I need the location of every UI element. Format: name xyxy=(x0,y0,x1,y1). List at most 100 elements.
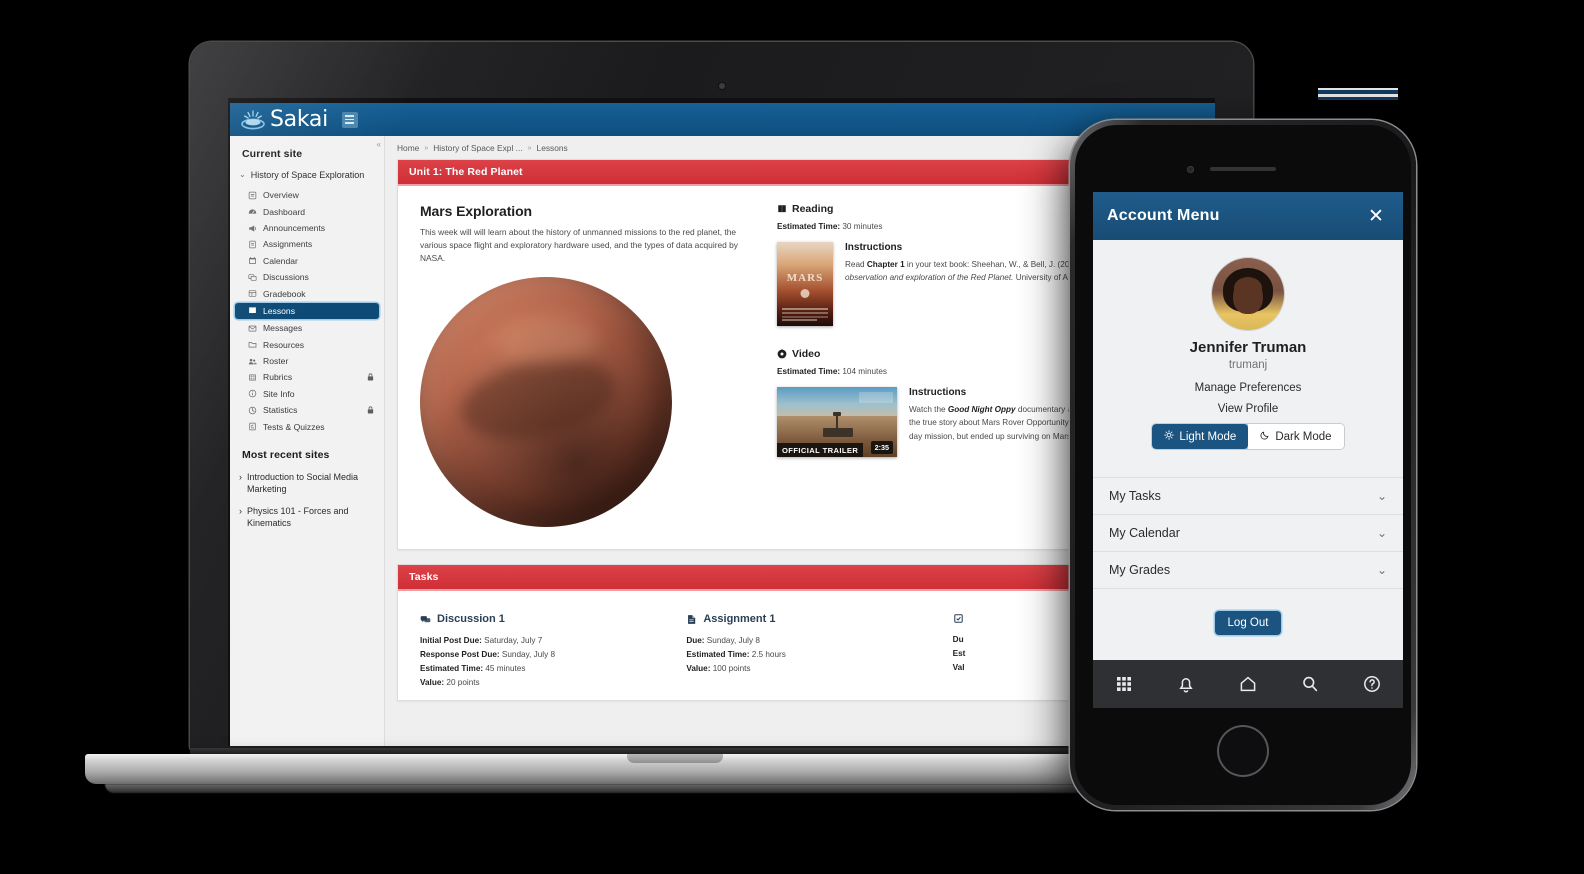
task-detail-line: Due: Sunday, July 8 xyxy=(686,634,928,648)
sidebar-item-assignments[interactable]: Assignments xyxy=(230,236,384,252)
messages-icon xyxy=(248,324,257,333)
view-profile-link[interactable]: View Profile xyxy=(1093,403,1403,415)
sakai-logo[interactable]: Sakai xyxy=(240,106,328,132)
sakai-wordmark: Sakai xyxy=(270,106,328,132)
phone-home-button[interactable] xyxy=(1217,725,1269,777)
book-cover-author-line xyxy=(782,319,817,321)
account-menu-item-my-calendar[interactable]: My Calendar ⌄ xyxy=(1093,515,1403,552)
account-menu-body: Jennifer Truman trumanj Manage Preferenc… xyxy=(1093,240,1403,708)
chevron-down-icon: ⌄ xyxy=(1376,563,1387,577)
moon-icon xyxy=(1260,430,1270,443)
task-detail-value: Sunday, July 8 xyxy=(499,650,555,660)
phone-screen: Account Menu ✕ Jennifer Truman trumanj M… xyxy=(1093,192,1403,708)
task-title[interactable]: Assignment 1 xyxy=(686,613,928,625)
account-menu-item-label: My Calendar xyxy=(1109,526,1180,540)
grid-icon[interactable] xyxy=(1113,673,1135,695)
search-icon[interactable] xyxy=(1299,673,1321,695)
sidebar-item-messages[interactable]: Messages xyxy=(230,320,384,336)
video-trailer-badge: OFFICIAL TRAILER xyxy=(777,443,864,457)
video-thumbnail[interactable]: OFFICIAL TRAILER 2:35 xyxy=(777,387,897,457)
lock-icon xyxy=(367,373,374,381)
book-cover-subtitle-lines xyxy=(782,308,828,310)
recent-site-1[interactable]: › Introduction to Social Media Marketing xyxy=(230,468,384,502)
dark-mode-button[interactable]: Dark Mode xyxy=(1248,424,1344,449)
task-detail-line: Value: 20 points xyxy=(420,676,662,690)
close-icon[interactable]: ✕ xyxy=(1363,203,1389,229)
sidebar-site-history-of-space-exploration[interactable]: ⌄ History of Space Exploration xyxy=(230,167,384,187)
sidebar-item-tests-quizzes[interactable]: Tests & Quizzes xyxy=(230,418,384,434)
breadcrumb-home[interactable]: Home xyxy=(397,143,419,153)
video-estimated-label: Estimated Time: xyxy=(777,367,841,376)
statistics-icon xyxy=(248,406,257,415)
sidebar-item-overview[interactable]: Overview xyxy=(230,187,384,203)
recent-site-2[interactable]: › Physics 101 - Forces and Kinematics xyxy=(230,502,384,536)
sidebar-item-calendar[interactable]: Calendar xyxy=(230,253,384,269)
phone-camera-icon xyxy=(1187,166,1194,173)
video-instr-prefix: Watch the xyxy=(909,405,948,414)
help-icon[interactable] xyxy=(1361,673,1383,695)
image-reflection-artifact xyxy=(1318,88,1398,110)
logout-row: Log Out xyxy=(1093,589,1403,635)
sidebar-item-lessons[interactable]: Lessons xyxy=(235,302,379,320)
sidebar-site-label: History of Space Exploration xyxy=(250,170,365,180)
task-detail-value: 20 points xyxy=(444,678,480,688)
breadcrumb-site[interactable]: History of Space Expl ... xyxy=(433,143,522,153)
phone-bottom-nav xyxy=(1093,660,1403,708)
account-menu-item-my-tasks[interactable]: My Tasks ⌄ xyxy=(1093,478,1403,515)
laptop-screen: Sakai « Current site ⌄ History of Space … xyxy=(228,98,1215,746)
sidebar-item-dashboard[interactable]: Dashboard xyxy=(230,204,384,220)
reading-estimated-value: 30 minutes xyxy=(842,222,883,231)
task-detail-label: Est xyxy=(952,649,966,659)
sidebar-item-label: Messages xyxy=(263,323,303,334)
sidebar-item-label: Calendar xyxy=(263,255,298,266)
chevron-down-icon: ⌄ xyxy=(239,170,246,179)
video-instr-title: Good Night Oppy xyxy=(947,405,1016,414)
task-title[interactable]: Discussion 1 xyxy=(420,613,662,625)
sidebar-item-statistics[interactable]: Statistics xyxy=(230,402,384,418)
resources-icon xyxy=(248,340,257,349)
sidebar-item-site-info[interactable]: Site Info xyxy=(230,386,384,402)
task-detail-value: Saturday, July 7 xyxy=(481,636,543,646)
sidebar-item-roster[interactable]: Roster xyxy=(230,353,384,369)
book-cover-image: MARS xyxy=(777,242,833,326)
roster-icon xyxy=(248,357,257,366)
breadcrumb-lessons[interactable]: Lessons xyxy=(537,143,568,153)
account-menu-header: Account Menu ✕ xyxy=(1093,192,1403,240)
sidebar-item-rubrics[interactable]: Rubrics xyxy=(230,369,384,385)
sidebar-item-label: Roster xyxy=(263,356,289,367)
dashboard-icon xyxy=(248,207,257,216)
recent-site-label: Physics 101 - Forces and Kinematics xyxy=(247,506,349,529)
discussion-icon xyxy=(420,614,431,625)
grid-icon[interactable] xyxy=(341,111,358,128)
sidebar-item-label: Resources xyxy=(263,339,305,350)
task-detail-label: Val xyxy=(952,663,965,673)
account-menu-list: My Tasks ⌄ My Calendar ⌄ My Grades ⌄ xyxy=(1093,477,1403,589)
chevron-down-icon: ⌄ xyxy=(1376,526,1387,540)
task-title-label: Discussion 1 xyxy=(437,613,505,626)
sakai-browser-page: Sakai « Current site ⌄ History of Space … xyxy=(230,103,1215,746)
laptop-base-shadow xyxy=(105,784,1245,793)
recent-site-label: Introduction to Social Media Marketing xyxy=(247,471,359,494)
rover-mast-icon xyxy=(832,412,841,432)
task-detail-line: Value: 100 points xyxy=(686,662,928,676)
chevron-down-icon: ⌄ xyxy=(1376,489,1387,503)
sidebar-item-label: Announcements xyxy=(263,223,326,234)
overview-icon xyxy=(248,191,257,200)
sidebar-item-gradebook[interactable]: Gradebook xyxy=(230,285,384,301)
sidebar-item-discussions[interactable]: Discussions xyxy=(230,269,384,285)
avatar[interactable] xyxy=(1212,258,1284,330)
manage-preferences-link[interactable]: Manage Preferences xyxy=(1093,382,1403,394)
lesson-title: Mars Exploration xyxy=(420,203,532,219)
home-icon[interactable] xyxy=(1237,673,1259,695)
log-out-button[interactable]: Log Out xyxy=(1214,611,1282,635)
sidebar-item-resources[interactable]: Resources xyxy=(230,337,384,353)
account-menu-item-my-grades[interactable]: My Grades ⌄ xyxy=(1093,552,1403,589)
task-detail-label: Initial Post Due: xyxy=(420,636,482,646)
rubrics-icon xyxy=(248,373,257,382)
dark-mode-label: Dark Mode xyxy=(1275,430,1332,443)
light-mode-button[interactable]: Light Mode xyxy=(1152,424,1249,449)
sidebar-item-announcements[interactable]: Announcements xyxy=(230,220,384,236)
task-detail-label: Du xyxy=(952,635,964,645)
bell-icon[interactable] xyxy=(1175,673,1197,695)
sidebar-collapse-icon[interactable]: « xyxy=(377,140,381,149)
